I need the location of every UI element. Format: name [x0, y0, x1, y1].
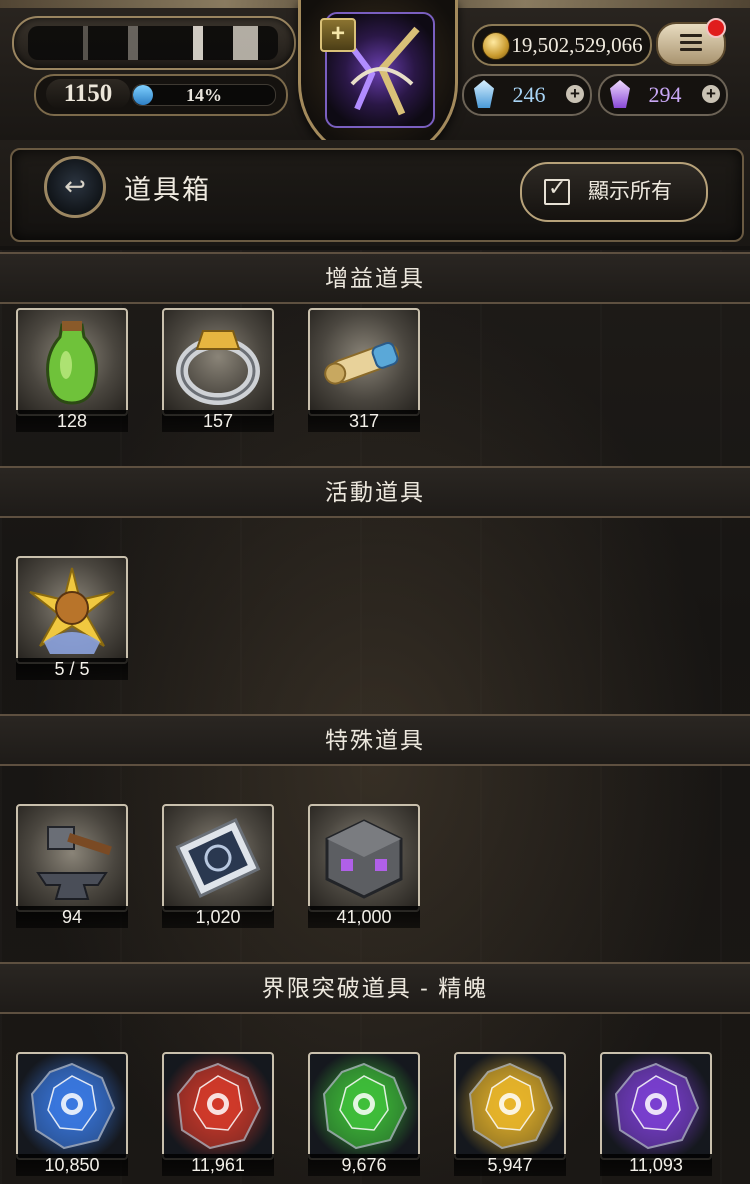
- purple-gem-counter: 294 +: [598, 74, 728, 116]
- item-count: 41,000: [308, 906, 420, 928]
- gold-amount: 19,502,529,066: [511, 33, 643, 57]
- section-title: 活動道具: [325, 479, 425, 505]
- item-slot[interactable]: 11,961: [162, 1052, 274, 1176]
- item-slot[interactable]: 10,850: [16, 1052, 128, 1176]
- item-count: 128: [16, 410, 128, 432]
- item-count: 5 / 5: [16, 658, 128, 680]
- player-level: 1150: [46, 79, 130, 109]
- item-count: 94: [16, 906, 128, 928]
- item-slot[interactable]: 41,000: [308, 804, 420, 928]
- item-count: 11,093: [600, 1154, 712, 1176]
- section-header-buff: 增益道具: [0, 252, 750, 304]
- section-header-special: 特殊道具: [0, 714, 750, 766]
- section-header-event: 活動道具: [0, 466, 750, 518]
- section-header-limit-break: 界限突破道具 - 精魄: [0, 962, 750, 1014]
- yellow-essence-icon: [468, 1062, 554, 1150]
- red-essence-icon: [176, 1062, 262, 1150]
- item-count: 9,676: [308, 1154, 420, 1176]
- item-slot[interactable]: 317: [308, 308, 420, 432]
- gold-coin-icon: [482, 32, 510, 60]
- scroll-icon: [324, 342, 399, 385]
- back-button[interactable]: ↩: [44, 156, 106, 218]
- emblem-plus-button[interactable]: +: [320, 18, 356, 52]
- item-slot[interactable]: 5 / 5: [16, 556, 128, 680]
- add-blue-gem-button[interactable]: +: [566, 85, 584, 103]
- item-slot[interactable]: 128: [16, 308, 128, 432]
- stone-cube-icon: [325, 819, 403, 899]
- item-count: 11,961: [162, 1154, 274, 1176]
- hamburger-icon: [680, 34, 702, 52]
- item-slot[interactable]: 157: [162, 308, 274, 432]
- blue-gem-amount: 246: [512, 82, 546, 107]
- item-count: 1,020: [162, 906, 274, 928]
- add-purple-gem-button[interactable]: +: [702, 85, 720, 103]
- item-count: 157: [162, 410, 274, 432]
- section-title: 增益道具: [325, 265, 425, 291]
- blue-essence-icon: [30, 1062, 116, 1150]
- show-all-toggle[interactable]: ✓ 顯示所有: [520, 162, 708, 222]
- gold-counter: 19,502,529,066: [472, 24, 652, 66]
- item-count: 317: [308, 410, 420, 432]
- exp-percent: 14%: [186, 85, 222, 105]
- purple-gem-amount: 294: [648, 82, 682, 107]
- purple-crystal-icon: [610, 80, 630, 108]
- checkbox-icon: ✓: [544, 175, 570, 205]
- page-title: 道具箱: [124, 175, 211, 205]
- section-title: 特殊道具: [325, 727, 425, 753]
- notification-dot: [706, 18, 726, 38]
- green-potion-icon: [46, 321, 98, 405]
- exp-bar: 14%: [132, 84, 276, 106]
- show-all-label: 顯示所有: [588, 180, 672, 203]
- blue-gem-counter: 246 +: [462, 74, 592, 116]
- item-count: 10,850: [16, 1154, 128, 1176]
- level-plate: 1150 14%: [34, 74, 288, 116]
- item-slot[interactable]: 1,020: [162, 804, 274, 928]
- blue-crystal-icon: [474, 80, 494, 108]
- item-slot[interactable]: 5,947: [454, 1052, 566, 1176]
- seal-ticket-icon: [175, 818, 261, 898]
- player-name-plate[interactable]: [12, 16, 296, 70]
- item-slot[interactable]: 94: [16, 804, 128, 928]
- item-slot[interactable]: 11,093: [600, 1052, 712, 1176]
- item-count: 5,947: [454, 1154, 566, 1176]
- back-arrow-icon: ↩: [64, 171, 86, 201]
- section-title: 界限突破道具 - 精魄: [261, 975, 489, 1001]
- golden-star-orb-icon: [29, 567, 115, 654]
- green-essence-icon: [322, 1062, 408, 1150]
- silver-ring-icon: [176, 330, 260, 405]
- hammer-anvil-icon: [36, 826, 112, 900]
- item-slot[interactable]: 9,676: [308, 1052, 420, 1176]
- purple-essence-icon: [614, 1062, 700, 1150]
- player-name-redacted: [28, 26, 278, 60]
